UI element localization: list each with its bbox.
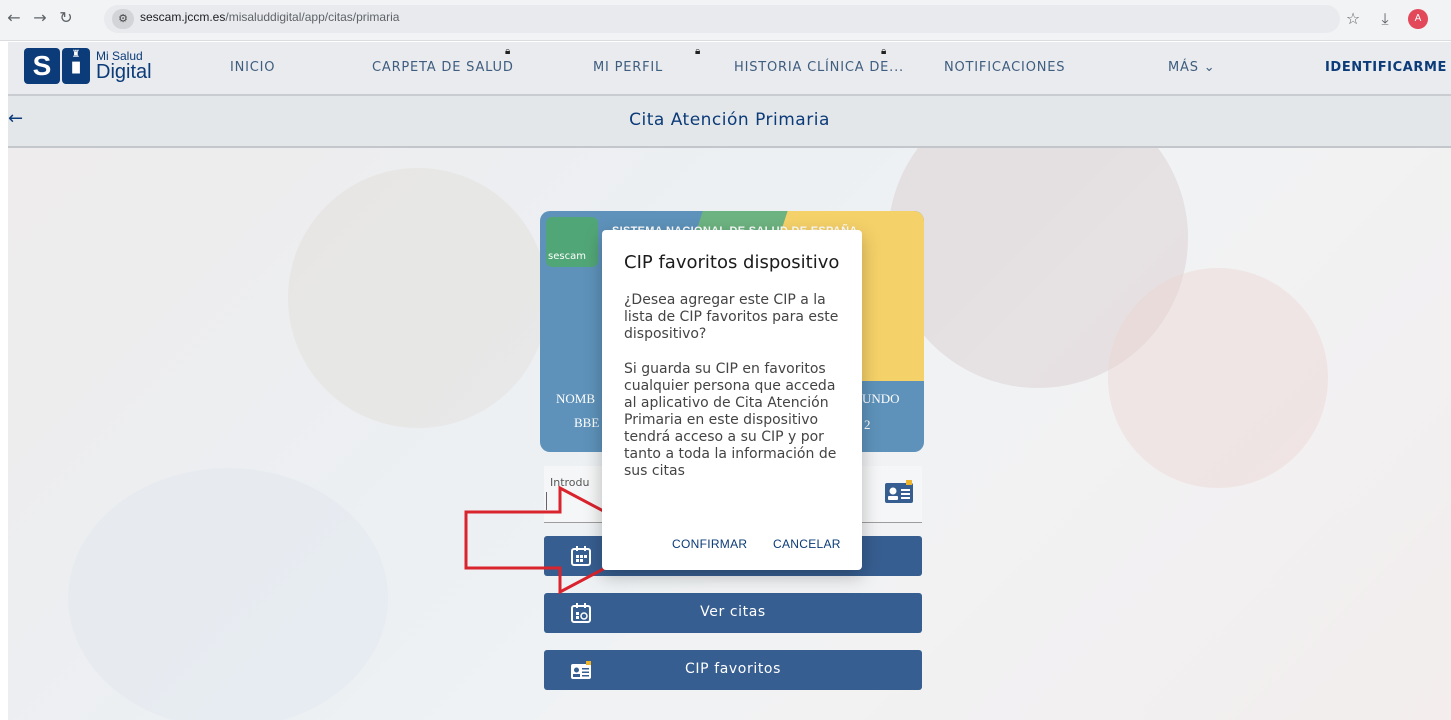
nav-inicio[interactable]: INICIO	[230, 60, 275, 75]
dialog-warning: Si guarda su CIP en favoritos cualquier …	[624, 361, 837, 479]
mi-salud-digital-logo[interactable]: S ♜ ▐▌ Mi Salud Digital	[24, 48, 164, 88]
crest-icon: ♜ ▐▌	[62, 48, 90, 84]
forward-arrow-icon[interactable]: →	[30, 8, 50, 28]
dialog-title: CIP favoritos dispositivo	[624, 252, 840, 273]
page-title: Cita Atención Primaria	[629, 110, 830, 130]
lock-icon: 🔒︎	[695, 46, 701, 57]
reload-icon[interactable]: ↻	[56, 8, 76, 28]
app-header: S ♜ ▐▌ Mi Salud Digital INICIO CARPETA DE…	[8, 42, 1451, 96]
logo-text-line2: Digital	[96, 61, 152, 83]
nav-mas-dropdown[interactable]: MÁS ⌄	[1168, 60, 1215, 75]
dialog-question: ¿Desea agregar este CIP a la lista de CI…	[624, 292, 839, 342]
bookmark-star-icon[interactable]: ☆	[1342, 8, 1364, 30]
url-text[interactable]: sescam.jccm.es/misaluddigital/app/citas/…	[140, 10, 399, 24]
cancelar-button[interactable]: CANCELAR	[773, 537, 841, 551]
sescam-s-icon: S	[24, 48, 60, 84]
browser-toolbar: ← → ↻ ⚙ sescam.jccm.es/misaluddigital/ap…	[0, 0, 1451, 41]
lock-icon: 🔒︎	[505, 46, 511, 57]
nav-notificaciones[interactable]: NOTIFICACIONES	[944, 60, 1065, 75]
site-settings-icon[interactable]: ⚙	[112, 9, 134, 29]
nav-carpeta-de-salud[interactable]: CARPETA DE SALUD	[372, 60, 514, 75]
page-title-bar: ← Cita Atención Primaria	[8, 96, 1451, 148]
nav-mi-perfil[interactable]: MI PERFIL	[593, 60, 663, 75]
identificarme-button[interactable]: IDENTIFICARME	[1325, 60, 1447, 75]
url-path: /misaluddigital/app/citas/primaria	[225, 10, 400, 24]
nav-historia-clinica[interactable]: HISTORIA CLÍNICA DE...	[734, 60, 904, 75]
back-arrow-icon[interactable]: ←	[4, 8, 24, 28]
profile-avatar[interactable]: A	[1408, 9, 1428, 29]
download-icon[interactable]: ⤓	[1374, 8, 1396, 30]
cip-favoritos-dialog: CIP favoritos dispositivo ¿Desea agregar…	[602, 230, 862, 570]
confirmar-button[interactable]: CONFIRMAR	[672, 537, 747, 551]
url-domain: sescam.jccm.es	[140, 10, 226, 24]
lock-icon: 🔒︎	[881, 46, 887, 57]
